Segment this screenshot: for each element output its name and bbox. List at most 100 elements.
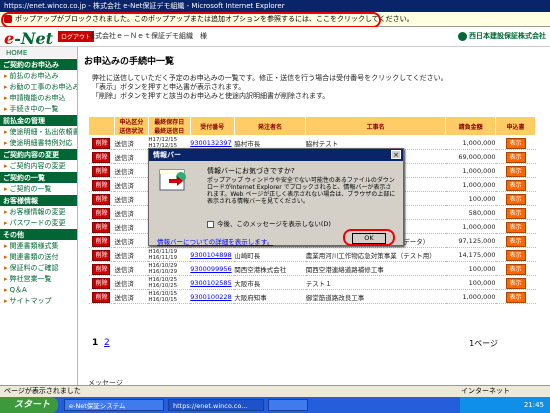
pager: 1 2 [92,338,110,348]
table-cell: 大阪市長 [234,275,306,290]
view-button[interactable]: 表示 [505,236,526,247]
sidebar-item[interactable]: 関連書類の送付 [0,251,77,262]
sidebar-item[interactable]: Q＆A [0,284,77,295]
view-button[interactable]: 表示 [505,292,526,303]
sidebar-item[interactable]: 弊社営業一覧 [0,273,77,284]
table-cell: 580,000 [445,205,496,220]
sidebar-section-title: ご契約のお申込み [0,58,77,70]
delete-button[interactable]: 削除 [92,138,111,149]
table-cell: 表示 [495,247,536,262]
table-cell: 大阪府知事 [234,289,306,304]
table-cell: 97,125,000 [445,233,496,248]
delete-button[interactable]: 削除 [92,208,111,219]
view-button[interactable]: 表示 [505,138,526,149]
sidebar-item[interactable]: ご契約内容の変更 [0,160,77,171]
delete-button[interactable]: 削除 [92,180,111,191]
orderer-cell: 関西空港株式会社 [234,265,287,274]
sidebar-item[interactable]: 前払のお申込み [0,70,77,81]
table-row: 削除 送信済 H16/10/25 H16/10/25 9300102585 大阪市長 テス… [88,275,536,290]
amount-cell: 1,000,000 [462,222,496,231]
orderer-cell: 山崎町長 [234,251,261,260]
view-button[interactable]: 表示 [505,166,526,177]
sidebar-item[interactable]: 申請機能のお申込 [0,92,77,103]
sidebar-item[interactable]: 関連書類様式集 [0,240,77,251]
info-bar-illustration-icon [159,167,189,193]
receipt-number-link[interactable]: 9300099956 [190,265,231,273]
dont-show-checkbox[interactable]: 今後、このメッセージを表示しない(D) [207,218,331,228]
table-cell: 削除 [88,177,115,192]
enet-logo[interactable]: e-Net [4,29,53,48]
table-cell: 表示 [495,149,536,164]
receipt-number-link[interactable]: 9300104898 [190,251,231,259]
page-link-2[interactable]: 2 [104,338,110,348]
start-button[interactable]: スタート [0,397,58,413]
view-button[interactable]: 表示 [505,180,526,191]
delete-button[interactable]: 削除 [92,222,111,233]
status-cell: 送信済 [114,153,134,162]
sidebar-item[interactable]: 手続き中の一覧 [0,103,77,114]
table-cell: 送信済 [114,289,149,304]
status-cell: 送信済 [114,223,134,232]
table-cell: 削除 [88,149,115,164]
sidebar-item[interactable]: お勧の工事のお申込み [0,81,77,92]
logo-prefix: e [4,29,15,48]
view-button[interactable]: 表示 [505,222,526,233]
desc-line-2: 「表示」ボタンを押すと申込書が表示されます。 [92,83,246,91]
column-header: 最終保存日 最終送信日 [147,116,191,136]
taskbar-task-browser[interactable]: https://enet.winco.co... [168,399,264,411]
delete-button[interactable]: 削除 [92,166,111,177]
table-cell: 1,000,000 [445,289,496,304]
sidebar-item[interactable]: パスワードの変更 [0,217,77,228]
taskbar-task-enet[interactable]: e-Net保証システム [64,399,164,411]
table-cell: 削除 [88,261,115,276]
page-description: 弊社に送信していただく予定のお申込みの一覧です。修正・送信を行う場合は受付番号を… [92,74,546,101]
table-cell: H16/10/25 H16/10/25 [148,275,191,290]
sidebar-item[interactable]: ご契約の一覧 [0,183,77,194]
sidebar-item[interactable]: 使途明細・払出依頼書 [0,126,77,137]
status-cell: 送信済 [114,279,134,288]
date-cell: H16/10/15 H16/10/15 [148,290,178,303]
checkbox-box[interactable] [207,220,214,228]
column-header [88,116,115,136]
view-button[interactable]: 表示 [505,194,526,205]
sidebar-home[interactable]: HOME [0,47,77,58]
sidebar-item[interactable]: 保証料のご確認 [0,262,77,273]
ok-highlight [343,229,395,246]
sidebar-item[interactable]: お客様情報の変更 [0,206,77,217]
view-button[interactable]: 表示 [505,250,526,261]
table-cell: 表示 [495,177,536,192]
delete-button[interactable]: 削除 [92,264,111,275]
delete-button[interactable]: 削除 [92,292,111,303]
status-cell: 送信済 [114,195,134,204]
view-button[interactable]: 表示 [505,278,526,289]
table-cell: 農業用河川工作物応急対策事業（テスト用） [305,247,446,262]
view-button[interactable]: 表示 [505,208,526,219]
table-cell: 100,000 [445,275,496,290]
view-button[interactable]: 表示 [505,152,526,163]
delete-button[interactable]: 削除 [92,250,111,261]
taskbar-task-other[interactable] [268,399,308,411]
amount-cell: 1,000,000 [462,166,496,175]
sidebar-section-title: ご契約内容の変更 [0,148,77,160]
delete-button[interactable]: 削除 [92,236,111,247]
delete-button[interactable]: 削除 [92,278,111,289]
amount-cell: 1,000,000 [462,292,496,301]
sidebar-item[interactable]: サイトマップ [0,295,77,306]
dialog-info-link[interactable]: 情報バーについての詳細を表示します。 [157,236,273,246]
table-cell: 送信済 [114,135,149,150]
table-cell: 100,000 [445,191,496,206]
table-cell: 山崎町長 [234,247,306,262]
table-cell: 御堂筋道路改良工事 [305,289,446,304]
project-cell: 関西空港連絡道路補修工事 [305,265,384,274]
receipt-number-link[interactable]: 9300100228 [190,293,231,301]
page-link-1[interactable]: 1 [92,338,98,348]
receipt-number-link[interactable]: 9300132397 [190,139,231,147]
dialog-close-button[interactable]: × [391,150,401,159]
receipt-number-link[interactable]: 9300102585 [190,279,231,287]
view-button[interactable]: 表示 [505,264,526,275]
table-cell: 送信済 [114,191,149,206]
delete-button[interactable]: 削除 [92,194,111,205]
table-cell: 削除 [88,219,115,234]
delete-button[interactable]: 削除 [92,152,111,163]
sidebar-item[interactable]: 使途明細書特例対応 [0,137,77,148]
